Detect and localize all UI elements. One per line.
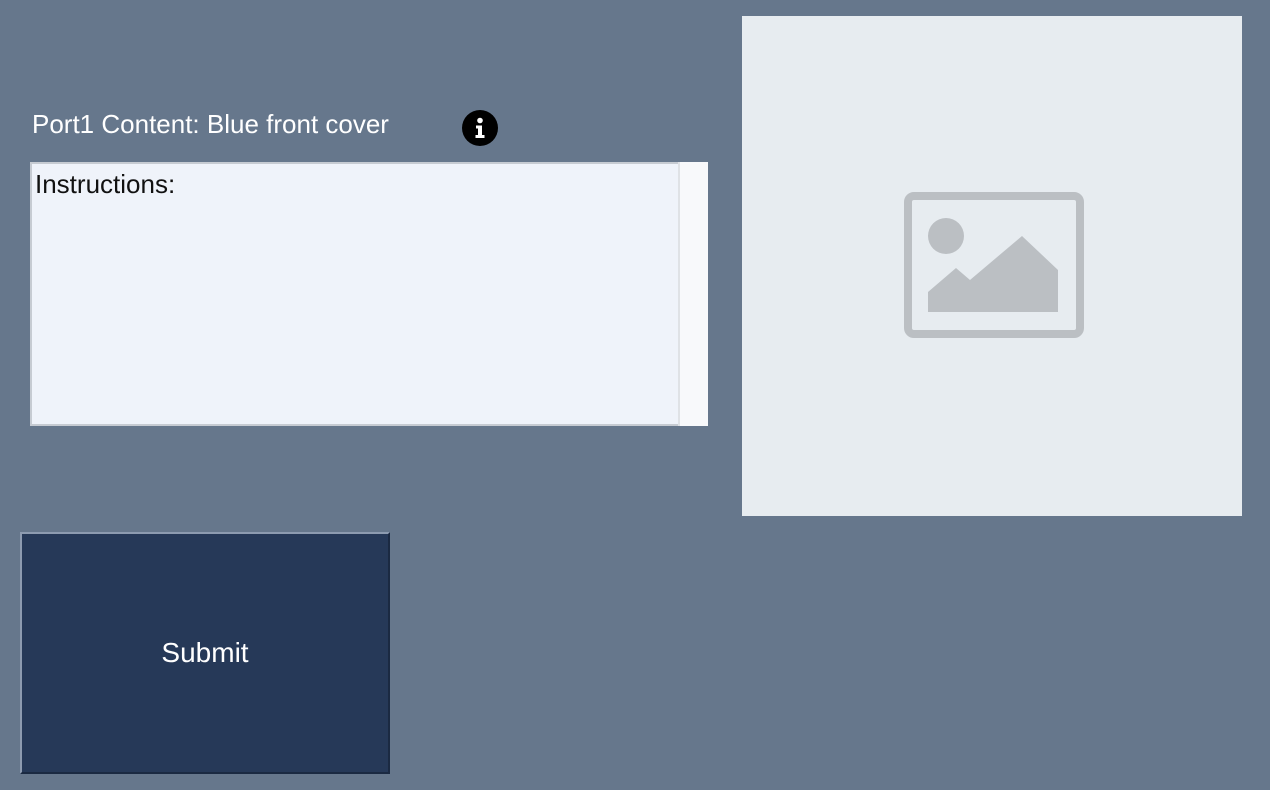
instructions-scrollbar[interactable] [678,162,708,426]
image-placeholder-icon [904,192,1084,338]
instructions-label: Instructions: [35,169,176,199]
instructions-textarea[interactable]: Instructions: [30,162,708,426]
image-preview-panel [742,16,1242,516]
port-content-label: Port1 Content: Blue front cover [32,109,389,139]
submit-button[interactable]: Submit [20,532,390,774]
info-icon[interactable] [462,110,498,146]
